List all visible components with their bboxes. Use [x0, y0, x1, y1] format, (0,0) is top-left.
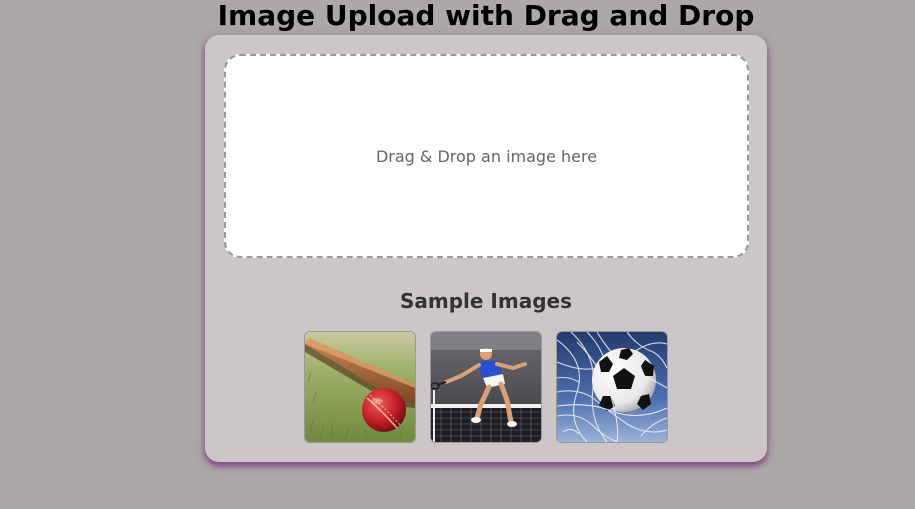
page-title: Image Upload with Drag and Drop [217, 0, 755, 32]
upload-card: Drag & Drop an image here Sample Images [205, 35, 767, 462]
sample-images-gallery [304, 331, 669, 443]
sample-images-heading: Sample Images [399, 289, 572, 313]
tennis-image [431, 332, 541, 442]
cricket-image [305, 332, 415, 442]
sample-image-cricket[interactable] [304, 331, 416, 443]
sample-image-tennis[interactable] [430, 331, 542, 443]
sample-image-soccer[interactable] [556, 331, 668, 443]
drop-zone-text: Drag & Drop an image here [375, 146, 598, 166]
soccer-image [557, 332, 667, 442]
drop-zone[interactable]: Drag & Drop an image here [224, 54, 749, 258]
